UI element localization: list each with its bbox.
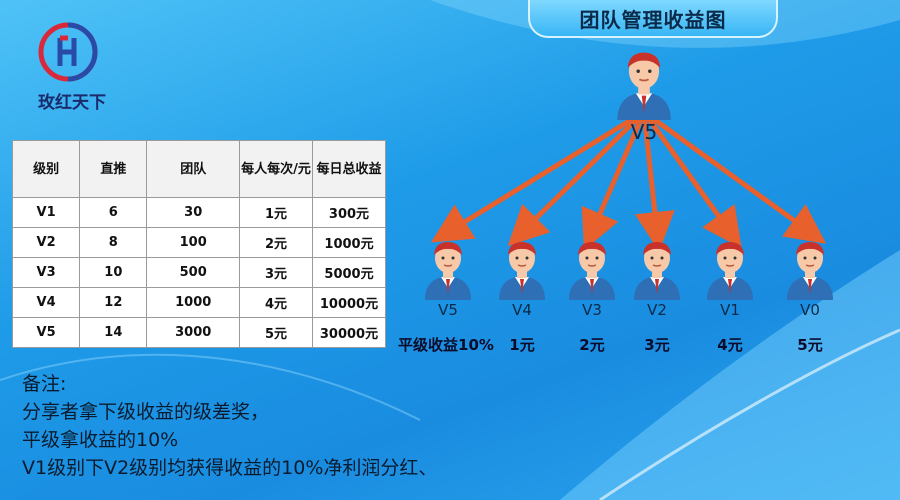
child-reward-label: 平级收益10%: [398, 336, 494, 354]
notes-line: V1级别下V2级别均获得收益的10%净利润分红、: [22, 457, 438, 479]
child-person-icon: [495, 238, 549, 300]
child-reward-label: 1元: [509, 336, 535, 354]
child-level-label: V1: [720, 301, 740, 319]
child-person-icon: [783, 238, 837, 300]
child-reward-label: 2元: [579, 336, 605, 354]
notes-section: 备注: 分享者拿下级收益的级差奖， 平级拿收益的10% V1级别下V2级别均获得…: [22, 370, 722, 482]
child-reward-label: 4元: [717, 336, 743, 354]
child-person-icon: [703, 238, 757, 300]
child-level-label: V0: [800, 301, 820, 319]
root-level-label: V5: [630, 120, 658, 144]
child-level-label: V2: [647, 301, 667, 319]
child-level-label: V3: [582, 301, 602, 319]
notes-heading: 备注:: [22, 373, 67, 395]
child-level-label: V4: [512, 301, 532, 319]
tree-arrow: [430, 109, 646, 243]
child-reward-label: 3元: [644, 336, 670, 354]
child-person-icon: [630, 238, 684, 300]
child-reward-label: 5元: [797, 336, 823, 354]
child-person-icon: [421, 238, 475, 300]
notes-line: 平级拿收益的10%: [22, 429, 179, 451]
notes-line: 分享者拿下级收益的级差奖，: [22, 401, 270, 423]
root-person-icon: [612, 48, 676, 120]
child-person-icon: [565, 238, 619, 300]
child-level-label: V5: [438, 301, 458, 319]
